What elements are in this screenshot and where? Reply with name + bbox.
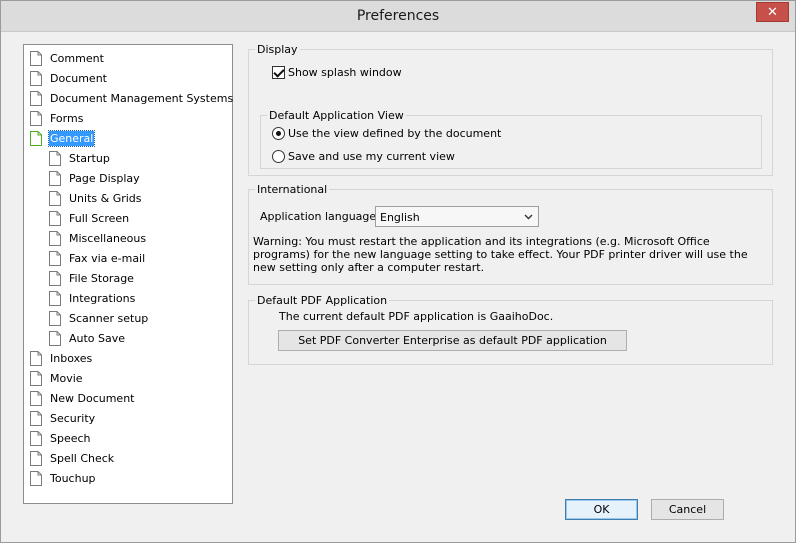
tree-item-fax-via-e-mail[interactable]: Fax via e-mail [49,249,146,267]
view-document-label: Use the view defined by the document [288,127,502,140]
language-label: Application language: [260,210,380,223]
view-document-option[interactable]: Use the view defined by the document [272,127,501,140]
tree-item-comment[interactable]: Comment [30,49,105,67]
tree-item-label: Startup [69,151,110,165]
document-icon [30,130,42,146]
tree-item-label: Full Screen [69,211,130,225]
category-tree[interactable]: Comment Document Document Management Syste… [23,44,233,504]
document-icon [30,430,42,446]
document-icon [49,250,61,266]
document-icon [30,370,42,386]
window-title: Preferences [356,8,440,24]
tree-item-label: Auto Save [69,331,126,345]
title-bar[interactable]: Preferences ✕ [1,1,795,32]
document-icon [30,350,42,366]
tree-item-label: Inboxes [50,351,93,365]
display-group-title: Display [255,43,300,56]
tree-item-scanner-setup[interactable]: Scanner setup [49,309,149,327]
tree-item-auto-save[interactable]: Auto Save [49,329,126,347]
document-icon [30,110,42,126]
tree-item-label: Integrations [69,291,136,305]
tree-item-label: File Storage [69,271,134,285]
show-splash-checkbox[interactable] [272,66,285,79]
set-default-pdf-button[interactable]: Set PDF Converter Enterprise as default … [278,330,627,351]
language-value: English [380,211,420,224]
tree-item-inboxes[interactable]: Inboxes [30,349,93,367]
tree-item-forms[interactable]: Forms [30,109,84,127]
document-icon [30,470,42,486]
document-icon [49,190,61,206]
tree-item-label: Security [50,411,96,425]
language-select[interactable]: English [375,206,539,227]
view-document-radio[interactable] [272,127,285,140]
tree-item-label: Forms [50,111,84,125]
document-icon [30,90,42,106]
tree-item-document[interactable]: Document [30,69,108,87]
view-current-option[interactable]: Save and use my current view [272,150,455,163]
tree-item-label: Document [50,71,107,85]
document-icon [30,390,42,406]
tree-item-label: Units & Grids [69,191,142,205]
tree-item-label: Page Display [69,171,140,185]
document-icon [30,450,42,466]
document-icon [49,330,61,346]
document-icon [30,410,42,426]
tree-item-units-grids[interactable]: Units & Grids [49,189,143,207]
tree-item-label: Speech [50,431,91,445]
tree-item-touchup[interactable]: Touchup [30,469,97,487]
show-splash-label: Show splash window [288,66,402,79]
tree-item-label: Comment [50,51,104,65]
tree-item-label: Movie [50,371,83,385]
ok-button[interactable]: OK [565,499,638,520]
tree-item-label: General [47,129,96,147]
tree-item-full-screen[interactable]: Full Screen [49,209,130,227]
current-default-text: The current default PDF application is G… [279,310,554,323]
document-icon [30,70,42,86]
tree-item-startup[interactable]: Startup [49,149,111,167]
close-icon: ✕ [767,5,778,20]
tree-item-new-document[interactable]: New Document [30,389,135,407]
document-icon [49,170,61,186]
close-button[interactable]: ✕ [756,2,789,22]
tree-item-document-management-systems[interactable]: Document Management Systems [30,89,234,107]
tree-item-miscellaneous[interactable]: Miscellaneous [49,229,147,247]
document-icon [49,150,61,166]
show-splash-option[interactable]: Show splash window [272,66,402,79]
tree-item-label: Miscellaneous [69,231,147,245]
chevron-down-icon [524,214,533,220]
tree-item-label: Scanner setup [69,311,149,325]
tree-item-label: Document Management Systems [50,91,234,105]
international-group-title: International [255,183,330,196]
cancel-button[interactable]: Cancel [651,499,724,520]
document-icon [49,230,61,246]
preferences-window: Preferences ✕ Comment Document Document Ma… [0,0,796,543]
tree-item-label: Touchup [50,471,96,485]
tree-item-movie[interactable]: Movie [30,369,84,387]
tree-item-spell-check[interactable]: Spell Check [30,449,115,467]
tree-item-integrations[interactable]: Integrations [49,289,136,307]
tree-item-label: Fax via e-mail [69,251,146,265]
view-current-label: Save and use my current view [288,150,455,163]
default-pdf-group-title: Default PDF Application [255,294,390,307]
default-view-group-title: Default Application View [267,109,406,122]
view-current-radio[interactable] [272,150,285,163]
tree-item-general[interactable]: General [30,129,96,147]
document-icon [30,50,42,66]
document-icon [49,270,61,286]
tree-item-security[interactable]: Security [30,409,96,427]
tree-item-file-storage[interactable]: File Storage [49,269,135,287]
tree-item-label: New Document [50,391,135,405]
tree-item-speech[interactable]: Speech [30,429,92,447]
language-warning: Warning: You must restart the applicatio… [253,235,748,274]
document-icon [49,290,61,306]
document-icon [49,210,61,226]
document-icon [49,310,61,326]
tree-item-label: Spell Check [50,451,115,465]
tree-item-page-display[interactable]: Page Display [49,169,141,187]
